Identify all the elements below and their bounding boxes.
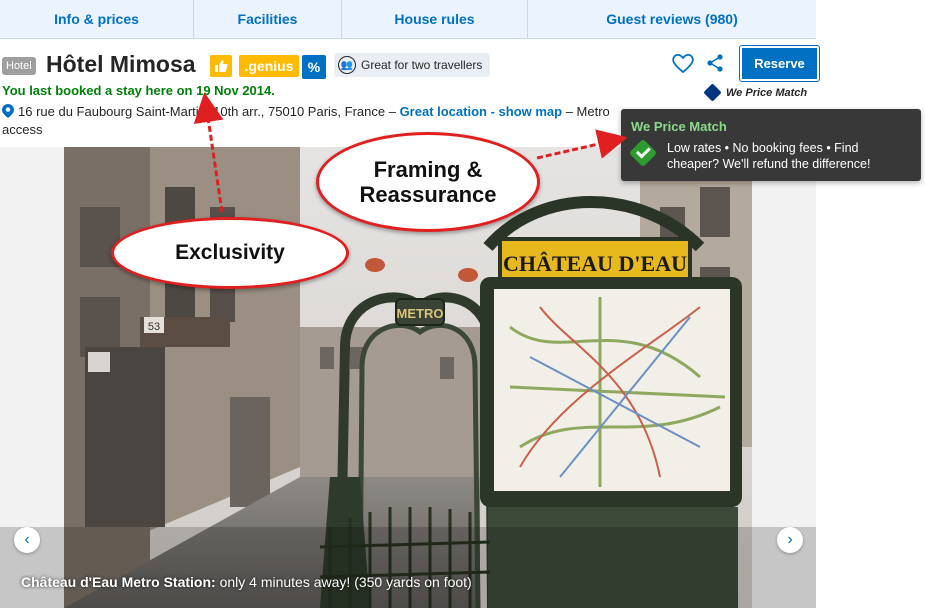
tooltip-body: Low rates • No booking fees • Find cheap… [667,141,871,171]
tooltip-title: We Price Match [631,119,727,134]
exclusivity-label: Exclusivity [175,241,285,264]
exclusivity-callout: Exclusivity [111,217,349,289]
tab-guest-reviews[interactable]: Guest reviews (980) [528,0,816,38]
caption-title: Château d'Eau Metro Station: [21,574,216,590]
price-match-label: We Price Match [726,86,808,99]
thumbs-up-icon [210,55,232,77]
hotel-name: Hôtel Mimosa [46,51,196,77]
metro-sign: METRO [397,306,444,321]
price-match-tooltip: We Price Match Low rates • No booking fe… [621,109,921,181]
framing-label: Framing & Reassurance [359,157,497,207]
checkmark-icon [628,138,658,168]
tab-house-rules[interactable]: House rules [342,0,528,38]
genius-badge: .genius [239,55,299,77]
tab-bar: Info & prices Facilities House rules Gue… [0,0,816,39]
building-number: 53 [148,321,160,333]
share-icon[interactable] [705,53,725,73]
chateau-deau-sign: CHÂTEAU D'EAU [503,251,687,276]
show-map-link[interactable]: Great location - show map [400,104,563,119]
caption-text: only 4 minutes away! (350 yards on foot) [219,574,472,590]
last-booked-notice: You last booked a stay here on 19 Nov 20… [2,83,275,98]
map-pin-icon [2,104,14,118]
address-text: 16 rue du Faubourg Saint-Martin, 10th ar… [18,104,396,119]
framing-callout: Framing & Reassurance [316,132,540,232]
address-line: 16 rue du Faubourg Saint-Martin, 10th ar… [2,103,642,139]
heart-icon[interactable] [671,52,695,74]
tab-facilities[interactable]: Facilities [194,0,342,38]
couple-icon: 👥 [338,56,356,74]
travellers-pill-label: Great for two travellers [361,58,483,72]
hotel-type-badge: Hotel [2,57,36,75]
photo-caption: Château d'Eau Metro Station: only 4 minu… [21,574,472,590]
tab-info-prices[interactable]: Info & prices [0,0,194,38]
price-tag-icon [703,83,722,102]
discount-badge: % [302,55,326,79]
next-photo-button[interactable]: › [777,527,803,553]
previous-photo-button[interactable]: ‹ [14,527,40,553]
price-match-link[interactable]: We Price Match [703,83,808,102]
travellers-pill: 👥 Great for two travellers [334,53,491,77]
reserve-button[interactable]: Reserve [739,45,820,82]
